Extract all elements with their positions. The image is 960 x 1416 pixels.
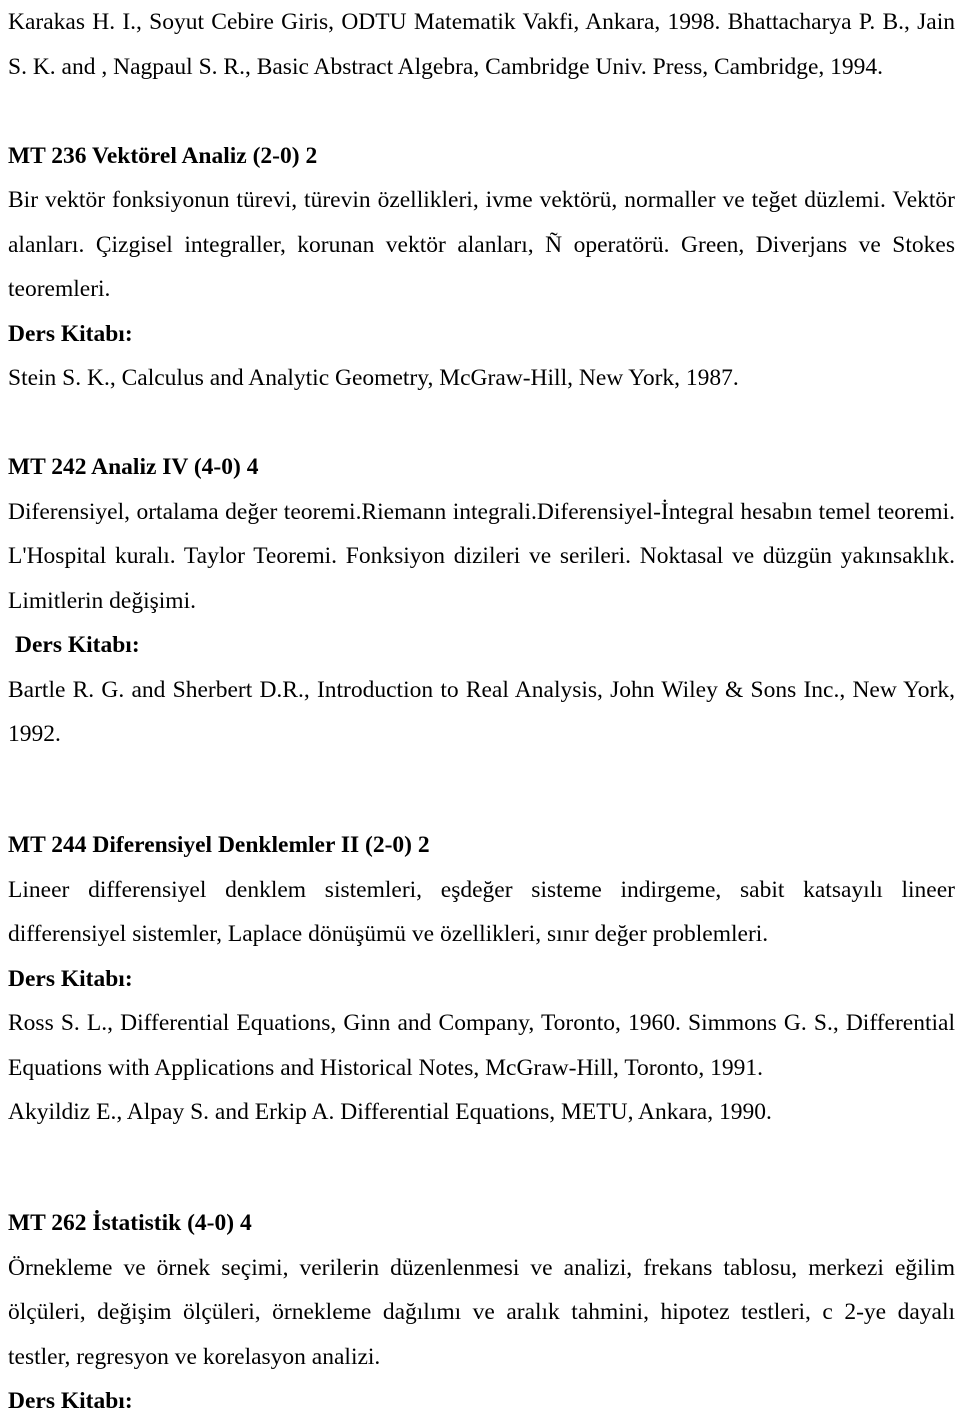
course-section-mt-242: MT 242 Analiz IV (4-0) 4 Diferensiyel, o… xyxy=(8,445,955,757)
textbook-label: Ders Kitabı: xyxy=(8,320,133,347)
course-heading: MT 236 Vektörel Analiz (2-0) 2 xyxy=(8,142,318,169)
course-heading: MT 244 Diferensiyel Denklemler II (2-0) … xyxy=(8,832,430,858)
section-spacer-small xyxy=(8,1179,955,1201)
course-description: Bir vektör fonksiyonun türevi, türevin ö… xyxy=(8,187,955,302)
textbook-label: Ders Kitabı: xyxy=(15,632,140,658)
course-reference: Stein S. K., Calculus and Analytic Geome… xyxy=(8,365,739,391)
course-section-mt-262: MT 262 İstatistik (4-0) 4 Örnekleme ve ö… xyxy=(8,1201,955,1416)
course-description: Örnekleme ve örnek seçimi, verilerin düz… xyxy=(8,1254,955,1370)
course-description: Diferensiyel, ortalama değer teoremi.Rie… xyxy=(8,498,955,614)
course-reference: Bartle R. G. and Sherbert D.R., Introduc… xyxy=(8,676,955,748)
course-section-mt-244: MT 244 Diferensiyel Denklemler II (2-0) … xyxy=(8,823,955,1135)
course-description: Lineer differensiyel denklem sistemleri,… xyxy=(8,876,955,948)
textbook-label: Ders Kitabı: xyxy=(8,965,133,992)
intro-references-paragraph: Karakas H. I., Soyut Cebire Giris, ODTU … xyxy=(8,9,955,80)
course-section-mt-236: MT 236 Vektörel Analiz (2-0) 2 Bir vektö… xyxy=(8,134,955,401)
course-reference: Akyildiz E., Alpay S. and Erkip A. Diffe… xyxy=(8,1099,772,1125)
course-reference: Ross S. L., Differential Equations, Ginn… xyxy=(8,1010,955,1081)
textbook-label: Ders Kitabı: xyxy=(8,1388,133,1414)
document-page: Karakas H. I., Soyut Cebire Giris, ODTU … xyxy=(0,0,960,1416)
document-body: Karakas H. I., Soyut Cebire Giris, ODTU … xyxy=(8,0,955,1416)
section-spacer-small xyxy=(8,801,955,823)
course-heading: MT 242 Analiz IV (4-0) 4 xyxy=(8,454,259,480)
course-heading: MT 262 İstatistik (4-0) 4 xyxy=(8,1210,252,1236)
